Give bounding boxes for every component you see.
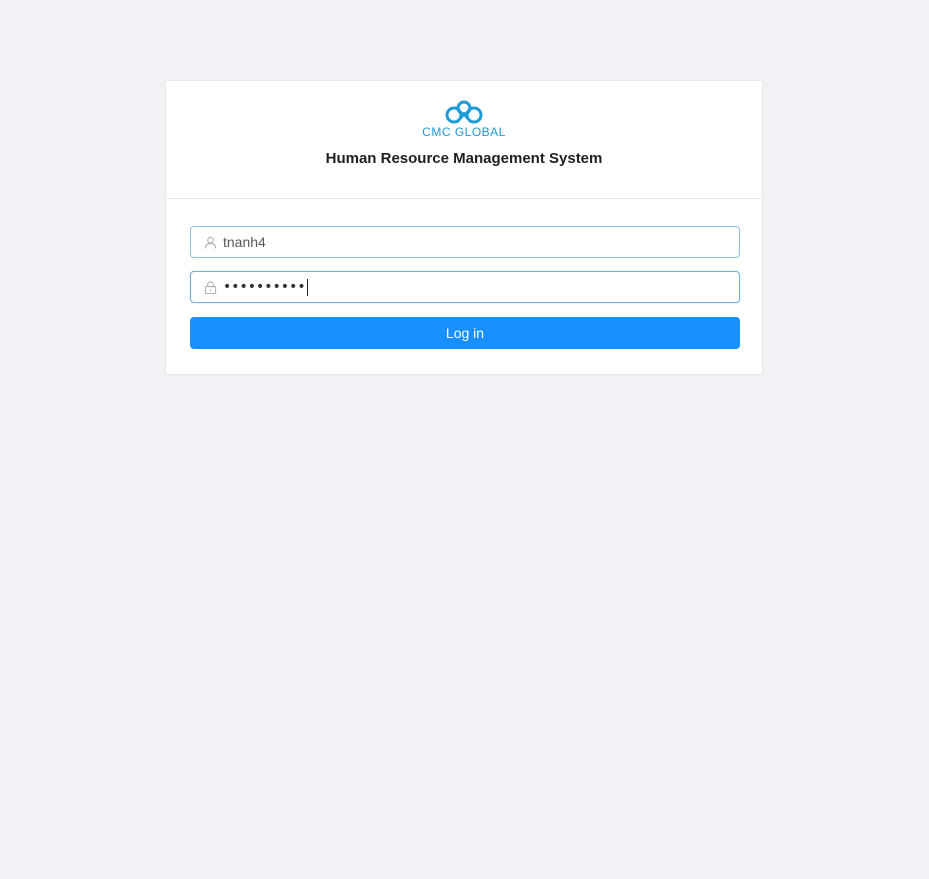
password-field[interactable]: ••••••••••: [190, 271, 740, 303]
username-field[interactable]: [190, 226, 740, 258]
username-input[interactable]: [223, 232, 723, 252]
logo-text: CMC GLOBAL: [422, 125, 506, 139]
lock-icon: [203, 280, 217, 294]
password-input[interactable]: ••••••••••: [223, 277, 306, 297]
login-header: CMC GLOBAL Human Resource Management Sys…: [166, 81, 762, 199]
login-button[interactable]: Log in: [190, 317, 740, 349]
logo: CMC GLOBAL: [422, 99, 506, 139]
login-form: •••••••••• Log in: [166, 199, 762, 349]
cmc-logo-icon: [445, 100, 483, 124]
login-card: CMC GLOBAL Human Resource Management Sys…: [165, 80, 763, 375]
page-title: Human Resource Management System: [325, 150, 603, 167]
text-caret: [306, 278, 308, 296]
user-icon: [203, 235, 217, 249]
